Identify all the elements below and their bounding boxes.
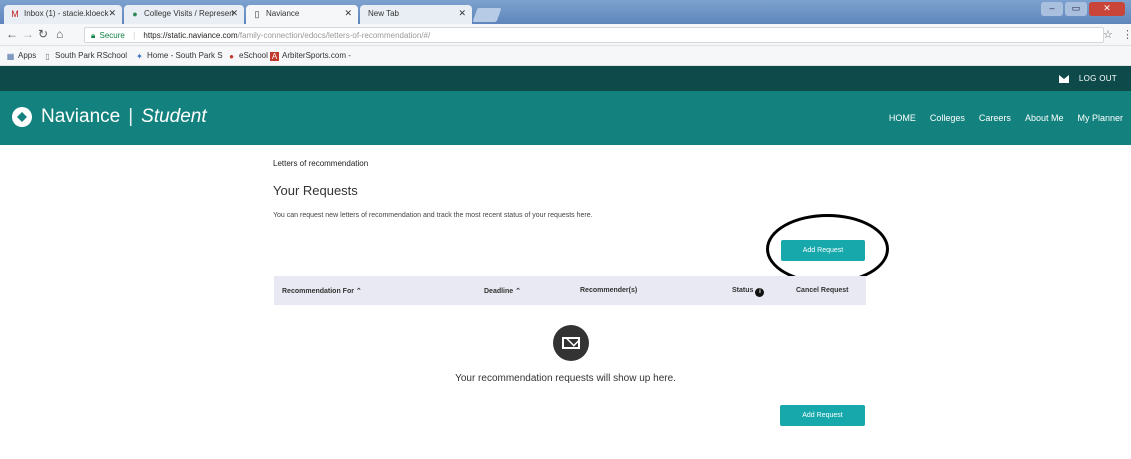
top-nav: HOME Colleges Careers About Me My Planne… <box>889 113 1123 123</box>
divider: | <box>133 31 136 40</box>
nav-home[interactable]: HOME <box>889 113 916 123</box>
tab-title: College Visits / Represen <box>144 9 234 18</box>
nav-colleges[interactable]: Colleges <box>930 113 965 123</box>
bookmark-south-park-rschool[interactable]: ▯ South Park RSchool <box>43 51 127 61</box>
logout-area: LOG OUT <box>1058 74 1117 83</box>
menu-icon[interactable]: ⋮ <box>1122 28 1131 41</box>
tab-new-tab[interactable]: New Tab ✕ <box>360 5 472 24</box>
home-icon: ✦ <box>136 52 143 61</box>
col-deadline[interactable]: Deadline ⌃ <box>484 287 521 295</box>
bookmarks-bar: ▦ Apps ▯ South Park RSchool ✦ Home - South … <box>0 46 1131 66</box>
tab-title: Naviance <box>266 9 300 18</box>
secure-label: Secure <box>99 31 125 40</box>
page-icon: ▯ <box>45 52 50 61</box>
tab-gmail[interactable]: M Inbox (1) - stacie.kloeck ✕ <box>4 5 122 24</box>
url-input[interactable]: 🔒︎ Secure | https://static.naviance.com/… <box>84 27 1104 43</box>
minimize-icon[interactable]: – <box>1041 2 1063 16</box>
back-icon[interactable]: ← <box>6 27 18 41</box>
close-icon[interactable]: ✕ <box>344 8 352 19</box>
close-icon[interactable]: ✕ <box>108 8 116 19</box>
requests-table-header: Recommendation For ⌃ Deadline ⌃ Recommen… <box>274 276 866 305</box>
new-tab-button[interactable] <box>472 8 502 22</box>
bookmark-eschool[interactable]: ● eSchool <box>227 51 268 61</box>
browser-tab-strip: M Inbox (1) - stacie.kloeck ✕ ● College … <box>0 0 1131 24</box>
url-path: /family-connection/edocs/letters-of-reco… <box>237 31 431 40</box>
gmail-icon: M <box>11 9 19 19</box>
naviance-logo-icon <box>12 107 32 127</box>
tab-title: New Tab <box>368 9 399 18</box>
close-window-icon[interactable]: ✕ <box>1089 2 1125 16</box>
bookmark-star-icon[interactable]: ☆ <box>1103 28 1113 41</box>
bookmark-home-south-park[interactable]: ✦ Home - South Park S <box>135 51 223 61</box>
col-recommenders: Recommender(s) <box>580 287 638 294</box>
breadcrumb: Letters of recommendation <box>273 159 369 168</box>
bookmark-label: Apps <box>18 51 37 60</box>
col-cancel-request: Cancel Request <box>796 287 849 294</box>
logout-link[interactable]: LOG OUT <box>1079 74 1117 83</box>
empty-state-message: Your recommendation requests will show u… <box>455 373 676 384</box>
brand-separator: | <box>128 106 134 127</box>
tab-title: Inbox (1) - stacie.kloeck <box>24 9 109 18</box>
brand-sub: Student <box>141 106 207 127</box>
mail-icon[interactable] <box>1058 74 1069 83</box>
col-recommendation-for[interactable]: Recommendation For ⌃ <box>282 287 362 295</box>
add-request-button-bottom[interactable]: Add Request <box>780 405 865 426</box>
bookmark-label: eSchool <box>239 51 268 60</box>
eschool-icon: ● <box>229 52 234 61</box>
college-icon: ● <box>132 9 138 19</box>
forward-icon[interactable]: → <box>22 27 34 41</box>
lock-icon: 🔒︎ <box>91 31 96 40</box>
arbiter-icon: A <box>270 52 279 61</box>
close-icon[interactable]: ✕ <box>230 8 238 19</box>
address-bar-row: ← → ↻ ⌂ 🔒︎ Secure | https://static.navia… <box>0 24 1131 46</box>
utility-bar: LOG OUT <box>0 66 1131 91</box>
main-header: Naviance | Student HOME Colleges Careers… <box>0 91 1131 145</box>
nav-careers[interactable]: Careers <box>979 113 1011 123</box>
apps-icon: ▦ <box>6 52 15 61</box>
window-controls: – ▭ ✕ <box>1041 2 1125 16</box>
reload-icon[interactable]: ↻ <box>38 27 48 41</box>
tab-naviance[interactable]: ▯ Naviance ✕ <box>246 5 358 24</box>
page-title: Your Requests <box>273 183 358 198</box>
nav-about-me[interactable]: About Me <box>1025 113 1064 123</box>
page-icon: ▯ <box>254 9 260 19</box>
intro-text: You can request new letters of recommend… <box>273 212 593 219</box>
url-host: https://static.naviance.com <box>143 31 238 40</box>
sort-icon: ⌃ <box>515 288 522 295</box>
bookmark-apps[interactable]: ▦ Apps <box>6 51 37 61</box>
envelope-icon <box>553 325 589 361</box>
bookmark-arbitersports[interactable]: A ArbiterSports.com - <box>270 51 351 61</box>
maximize-icon[interactable]: ▭ <box>1065 2 1087 16</box>
bookmark-label: ArbiterSports.com - <box>282 51 351 60</box>
close-icon[interactable]: ✕ <box>458 8 466 19</box>
bookmark-label: Home - South Park S <box>147 51 223 60</box>
tab-college-visits[interactable]: ● College Visits / Represen ✕ <box>124 5 244 24</box>
info-icon[interactable]: i <box>755 288 765 297</box>
col-status: Status i <box>732 287 765 297</box>
highlight-circle <box>766 214 889 284</box>
sort-icon: ⌃ <box>355 288 362 295</box>
brand-name: Naviance <box>41 106 121 127</box>
bookmark-label: South Park RSchool <box>55 51 128 60</box>
home-icon[interactable]: ⌂ <box>56 27 63 41</box>
naviance-logo[interactable]: Naviance | Student <box>12 106 207 128</box>
nav-my-planner[interactable]: My Planner <box>1077 113 1123 123</box>
